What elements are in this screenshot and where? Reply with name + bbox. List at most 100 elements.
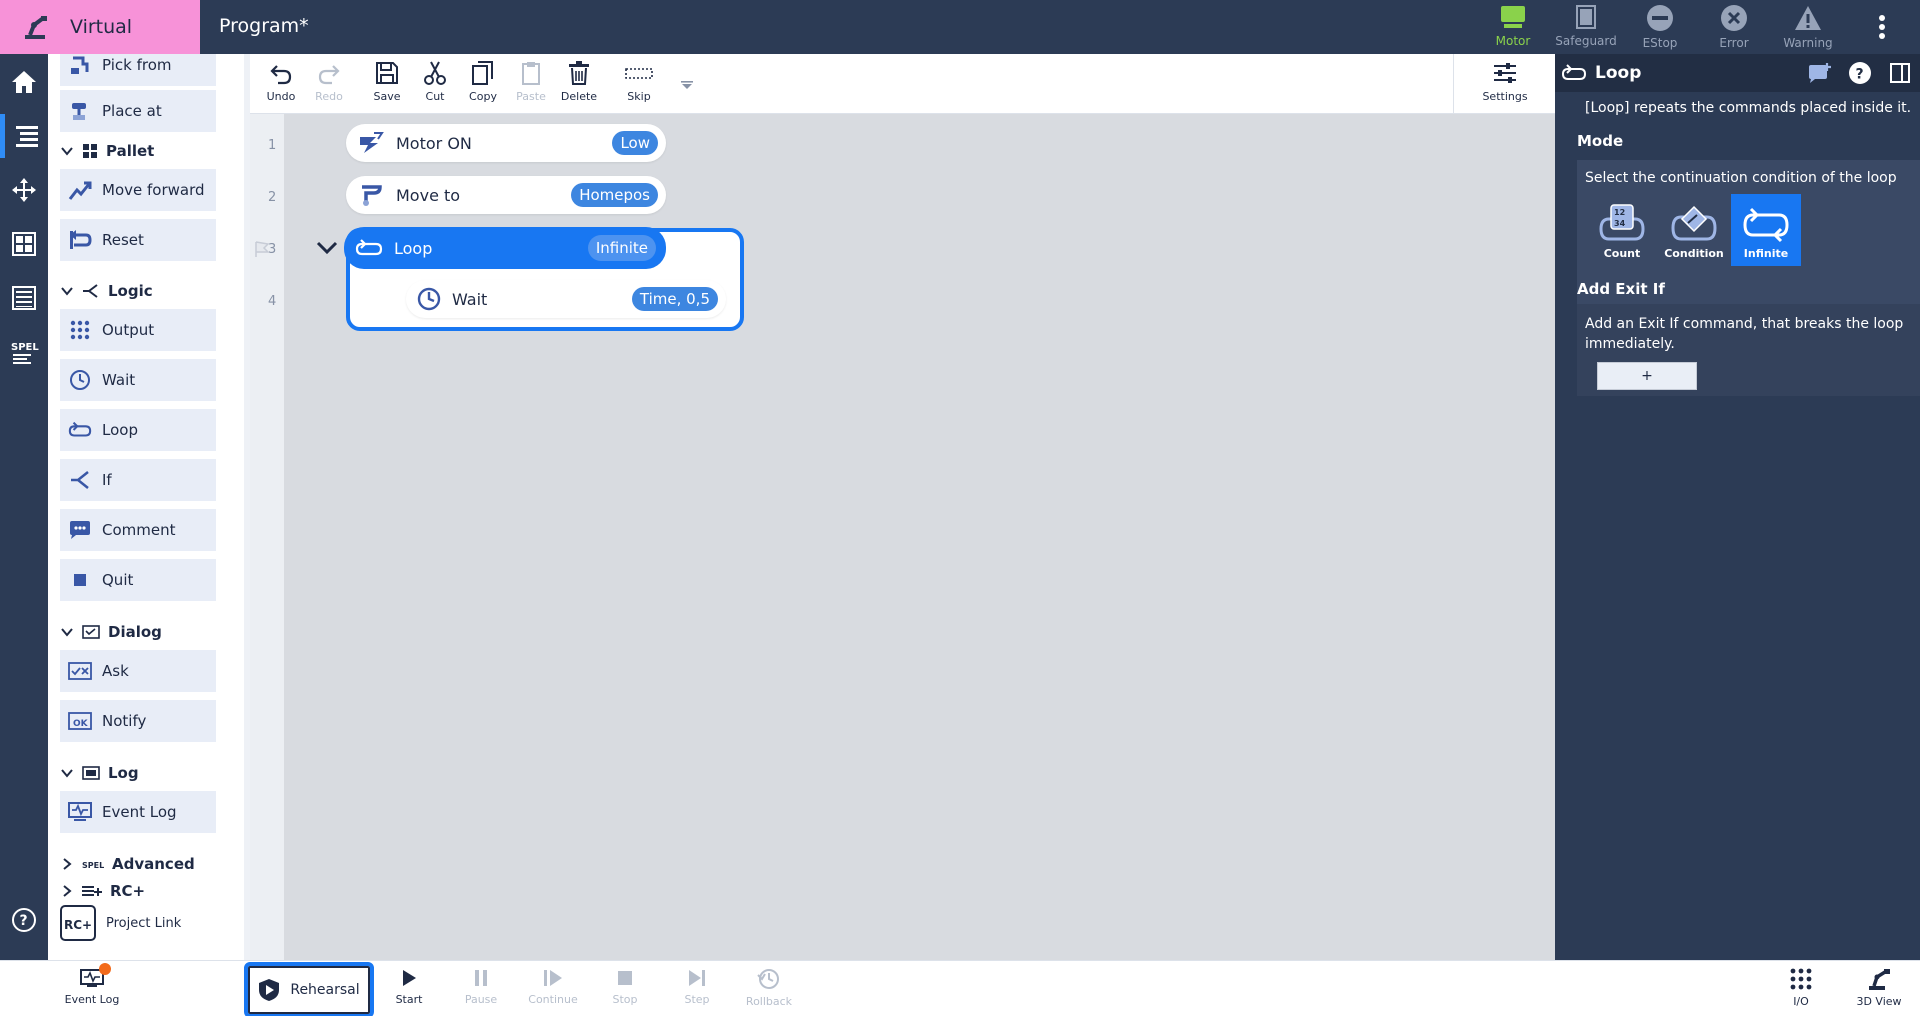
save-button[interactable]: Save: [362, 60, 412, 103]
palette-item-loop[interactable]: Loop: [60, 409, 216, 451]
points-list-icon[interactable]: [0, 276, 48, 320]
error-status[interactable]: Error: [1699, 4, 1769, 52]
svg-text:SPEL: SPEL: [11, 342, 39, 353]
spel-code-icon[interactable]: SPEL: [0, 330, 48, 374]
command-wait[interactable]: Wait Time, 0,5: [406, 280, 726, 318]
category-dialog[interactable]: Dialog: [60, 619, 162, 645]
command-label: Move to: [396, 185, 461, 205]
robot-arm-icon: [22, 13, 50, 41]
save-icon: [376, 62, 398, 84]
mode-infinite-button[interactable]: Infinite: [1731, 194, 1801, 266]
palette-item-if[interactable]: If: [60, 459, 216, 501]
category-logic[interactable]: Logic: [60, 278, 153, 304]
stop-button[interactable]: Stop: [595, 967, 655, 1006]
io-button[interactable]: I/O: [1771, 967, 1831, 1008]
delete-button[interactable]: Delete: [554, 60, 604, 103]
pallet-grid-icon[interactable]: [0, 222, 48, 266]
safeguard-status[interactable]: Safeguard: [1551, 4, 1621, 52]
palette-item-place-at[interactable]: Place at: [60, 90, 216, 132]
motor-on-icon: [360, 132, 384, 153]
toolbar-overflow-icon[interactable]: [680, 80, 694, 90]
mode-heading: Mode: [1577, 132, 1624, 150]
palette-item-output[interactable]: Output: [60, 309, 216, 351]
chevron-right-icon: [63, 858, 72, 870]
home-icon[interactable]: [0, 60, 48, 104]
move-forward-icon: [68, 178, 92, 202]
comment-icon: [68, 518, 92, 542]
estop-status[interactable]: EStop: [1625, 4, 1695, 52]
command-param-badge[interactable]: Time, 0,5: [631, 287, 718, 311]
command-move-to[interactable]: Move to Homepos: [346, 176, 666, 214]
notify-ok-icon: OK: [68, 709, 92, 733]
line-number: 2: [268, 190, 277, 205]
skip-dashed-icon: [625, 68, 653, 79]
category-rcplus[interactable]: RC+: [60, 878, 145, 904]
top-bar: Virtual Program* Motor Safeguard EStop E…: [0, 0, 1920, 54]
palette-item-pick-from[interactable]: Pick from: [60, 54, 216, 86]
count-loop-icon: 1234: [1599, 204, 1645, 241]
program-editor-icon[interactable]: [0, 114, 48, 158]
line-number: 4: [268, 294, 277, 309]
add-exit-if-button[interactable]: +: [1597, 362, 1697, 390]
io-grid-icon: [1790, 968, 1812, 990]
jog-move-icon[interactable]: [0, 168, 48, 212]
continue-button[interactable]: Continue: [523, 967, 583, 1006]
redo-button[interactable]: Redo: [304, 60, 354, 103]
palette-item-notify[interactable]: OK Notify: [60, 700, 216, 742]
command-param-badge[interactable]: Low: [612, 131, 658, 155]
virtual-mode-indicator[interactable]: Virtual: [0, 0, 200, 54]
palette-item-event-log[interactable]: Event Log: [60, 791, 216, 833]
palette-item-quit[interactable]: Quit: [60, 559, 216, 601]
continue-icon: [544, 970, 562, 986]
motor-status[interactable]: Motor: [1478, 4, 1548, 52]
palette-item-wait[interactable]: Wait: [60, 359, 216, 401]
category-advanced[interactable]: SPEL Advanced: [60, 851, 195, 877]
settings-button[interactable]: Settings: [1480, 60, 1530, 103]
toggle-panel-icon[interactable]: [1889, 61, 1911, 85]
command-param-badge[interactable]: Infinite: [587, 235, 656, 261]
command-label: Wait: [452, 289, 488, 309]
warning-status[interactable]: Warning: [1773, 4, 1843, 52]
svg-text:?: ?: [1856, 67, 1864, 83]
rehearsal-button[interactable]: Rehearsal: [244, 962, 374, 1016]
properties-panel: Loop ? [Loop] repeats the commands place…: [1555, 54, 1920, 960]
help-icon[interactable]: ?: [0, 898, 48, 942]
step-button[interactable]: Step: [667, 967, 727, 1006]
copy-button[interactable]: Copy: [458, 60, 508, 103]
3d-view-button[interactable]: 3D View: [1849, 967, 1909, 1008]
pause-button[interactable]: Pause: [451, 967, 511, 1006]
start-button[interactable]: Start: [379, 967, 439, 1006]
mode-count-button[interactable]: 12 34 Count: [1587, 194, 1657, 266]
cut-button[interactable]: Cut: [410, 60, 460, 103]
help-icon[interactable]: ?: [1848, 61, 1872, 85]
add-comment-icon[interactable]: [1807, 61, 1833, 85]
more-menu-icon[interactable]: [1870, 10, 1894, 44]
palette-item-comment[interactable]: Comment: [60, 509, 216, 551]
infinite-loop-icon: [1743, 207, 1789, 243]
skip-button[interactable]: Skip: [614, 60, 664, 103]
chevron-down-icon: [61, 147, 73, 156]
chevron-right-icon: [63, 885, 72, 897]
command-loop[interactable]: Loop Infinite: [344, 227, 666, 269]
properties-title: Loop: [1595, 63, 1642, 83]
category-pallet[interactable]: Pallet: [60, 138, 154, 164]
palette-item-move-forward[interactable]: Move forward: [60, 169, 216, 211]
scissors-icon: [424, 61, 446, 85]
logic-branch-icon: [83, 284, 98, 298]
category-log[interactable]: Log: [60, 760, 139, 786]
palette-item-reset[interactable]: Reset: [60, 219, 216, 261]
command-param-badge[interactable]: Homepos: [571, 183, 658, 207]
paste-button[interactable]: Paste: [506, 60, 556, 103]
command-motor-on[interactable]: Motor ON Low: [346, 124, 666, 162]
breakpoint-flag-icon[interactable]: [254, 240, 270, 258]
rollback-button[interactable]: Rollback: [739, 967, 799, 1008]
clock-icon: [68, 368, 92, 392]
svg-text:?: ?: [20, 913, 28, 929]
undo-button[interactable]: Undo: [256, 60, 306, 103]
palette-item-ask[interactable]: Ask: [60, 650, 216, 692]
collapse-loop-chevron-icon[interactable]: [316, 240, 338, 256]
event-log-button[interactable]: Event Log: [62, 963, 122, 1006]
mode-condition-button[interactable]: Condition: [1659, 194, 1729, 266]
exit-hint: Add an Exit If command, that breaks the …: [1585, 316, 1904, 332]
project-link[interactable]: RC+ Project Link: [60, 905, 181, 941]
